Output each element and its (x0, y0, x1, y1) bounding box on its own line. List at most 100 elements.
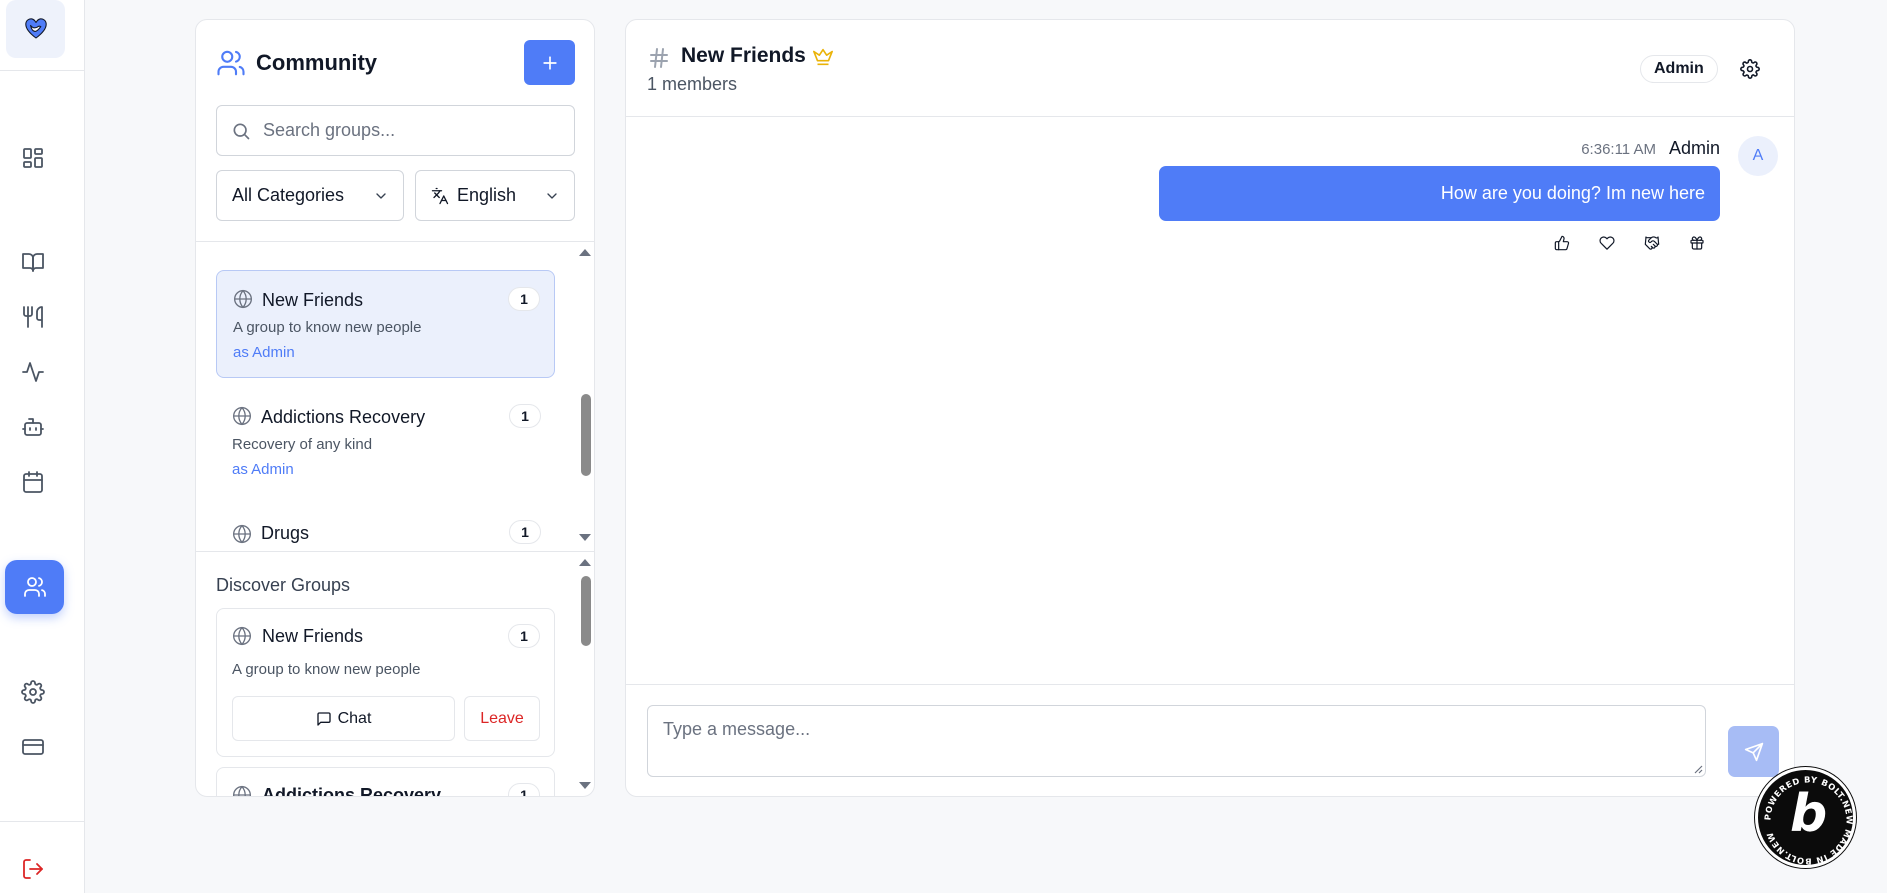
scrollbar-thumb[interactable] (581, 576, 591, 646)
react-support-button[interactable] (1644, 235, 1660, 256)
scroll-up-arrow[interactable] (579, 249, 591, 256)
group-name: New Friends (262, 290, 364, 310)
category-select[interactable]: All Categories (216, 170, 404, 221)
globe-icon (233, 524, 251, 544)
panel-divider (196, 551, 594, 552)
react-like-button[interactable] (1554, 235, 1570, 256)
group-card[interactable]: New Friends 1 A group to know new people… (216, 270, 555, 378)
create-group-button[interactable] (524, 40, 575, 85)
category-select-value: All Categories (232, 185, 345, 205)
group-card[interactable]: Drugs 1 (216, 506, 555, 566)
gear-icon (1740, 59, 1760, 79)
composer-divider (626, 684, 1794, 685)
community-panel: Community All Categories English New Fri… (195, 19, 595, 797)
bolt-badge[interactable]: POWERED BY BOLT.NEW MADE IN BOLT.NEW b (1755, 767, 1856, 868)
resize-grip-icon[interactable] (1693, 764, 1703, 774)
scroll-down-arrow[interactable] (579, 782, 591, 789)
chat-panel: New Friends 1 members Admin 6:36:11 AM A… (625, 19, 1795, 797)
group-name: Addictions Recovery (262, 785, 442, 797)
send-icon (1744, 742, 1763, 761)
scroll-up-arrow[interactable] (579, 559, 591, 566)
app-logo[interactable] (6, 0, 65, 58)
nav-dashboard[interactable] (16, 141, 50, 175)
message-bubble: How are you doing? Im new here (1159, 166, 1720, 221)
nav-nutrition[interactable] (16, 300, 50, 334)
utensils-icon (23, 306, 43, 328)
scroll-down-arrow[interactable] (579, 534, 591, 541)
nav-activity[interactable] (16, 355, 50, 389)
globe-icon (234, 289, 252, 309)
nav-logout[interactable] (16, 852, 50, 886)
discover-groups-title: Discover Groups (216, 575, 351, 595)
message-input[interactable] (648, 706, 1705, 776)
rail-divider (0, 70, 85, 71)
group-description: Recovery of any kind (232, 436, 373, 453)
message-square-icon (316, 711, 331, 726)
activity-icon (22, 362, 44, 382)
language-select[interactable]: English (415, 170, 575, 221)
header-divider (626, 116, 1794, 117)
globe-icon (233, 785, 251, 796)
my-groups-list[interactable]: New Friends 1 A group to know new people… (196, 242, 594, 570)
group-role: as Admin (233, 344, 295, 361)
message-time: 6:36:11 AM (1581, 141, 1656, 158)
rail-divider (0, 821, 85, 822)
group-name: Addictions Recovery (261, 407, 426, 427)
hash-icon (650, 48, 668, 68)
member-count-badge: 1 (509, 404, 541, 428)
gear-icon (21, 680, 45, 704)
community-header: Community (216, 48, 377, 78)
discover-group-card[interactable]: Addictions Recovery 1 (216, 767, 555, 797)
member-count-badge: 1 (508, 624, 540, 648)
member-count-badge: 1 (509, 520, 541, 544)
avatar[interactable]: A (1738, 136, 1778, 176)
group-role: as Admin (232, 461, 294, 478)
grid-icon (23, 148, 43, 168)
credit-card-icon (22, 739, 44, 755)
react-heart-button[interactable] (1599, 235, 1615, 256)
nav-calendar[interactable] (16, 465, 50, 499)
nav-journal[interactable] (16, 245, 50, 279)
gift-icon (1690, 236, 1704, 250)
users-icon (217, 50, 245, 76)
chat-button[interactable]: Chat (232, 696, 455, 741)
translate-icon (431, 187, 449, 204)
calendar-icon (23, 471, 43, 493)
crown-icon (813, 48, 833, 66)
nav-community[interactable] (5, 560, 64, 614)
leave-button[interactable]: Leave (464, 696, 540, 741)
nav-settings[interactable] (16, 675, 50, 709)
chat-button-label: Chat (337, 709, 372, 727)
bot-icon (22, 418, 44, 436)
scrollbar-thumb[interactable] (581, 394, 591, 476)
discover-groups-list[interactable]: New Friends 1 A group to know new people… (196, 608, 594, 797)
handshake-icon (1644, 236, 1660, 250)
message-composer (647, 705, 1706, 777)
search-input[interactable] (263, 120, 563, 141)
react-gift-button[interactable] (1689, 235, 1705, 256)
sidebar-rail (0, 0, 85, 893)
discover-group-card[interactable]: New Friends 1 A group to know new people… (216, 608, 555, 757)
member-count-badge: 1 (508, 287, 540, 311)
channel-settings-button[interactable] (1736, 55, 1764, 83)
globe-icon (233, 626, 251, 646)
users-icon (23, 577, 46, 597)
role-badge: Admin (1640, 55, 1718, 83)
member-count: 1 members (647, 74, 738, 94)
globe-icon (233, 406, 251, 426)
group-description: A group to know new people (233, 319, 422, 336)
search-icon (233, 122, 250, 139)
group-description: A group to know new people (232, 661, 421, 678)
thumbs-up-icon (1554, 235, 1570, 251)
chevron-down-icon (376, 193, 386, 199)
nav-billing[interactable] (16, 730, 50, 764)
book-open-icon (22, 253, 44, 272)
nav-assistant[interactable] (16, 410, 50, 444)
group-card[interactable]: Addictions Recovery 1 Recovery of any ki… (216, 388, 555, 496)
message-author: Admin (1668, 138, 1720, 158)
community-title: Community (256, 50, 377, 75)
group-name: Drugs (261, 523, 310, 543)
logout-icon (23, 859, 43, 879)
group-name: New Friends (262, 626, 364, 646)
member-count-badge: 1 (508, 783, 540, 796)
